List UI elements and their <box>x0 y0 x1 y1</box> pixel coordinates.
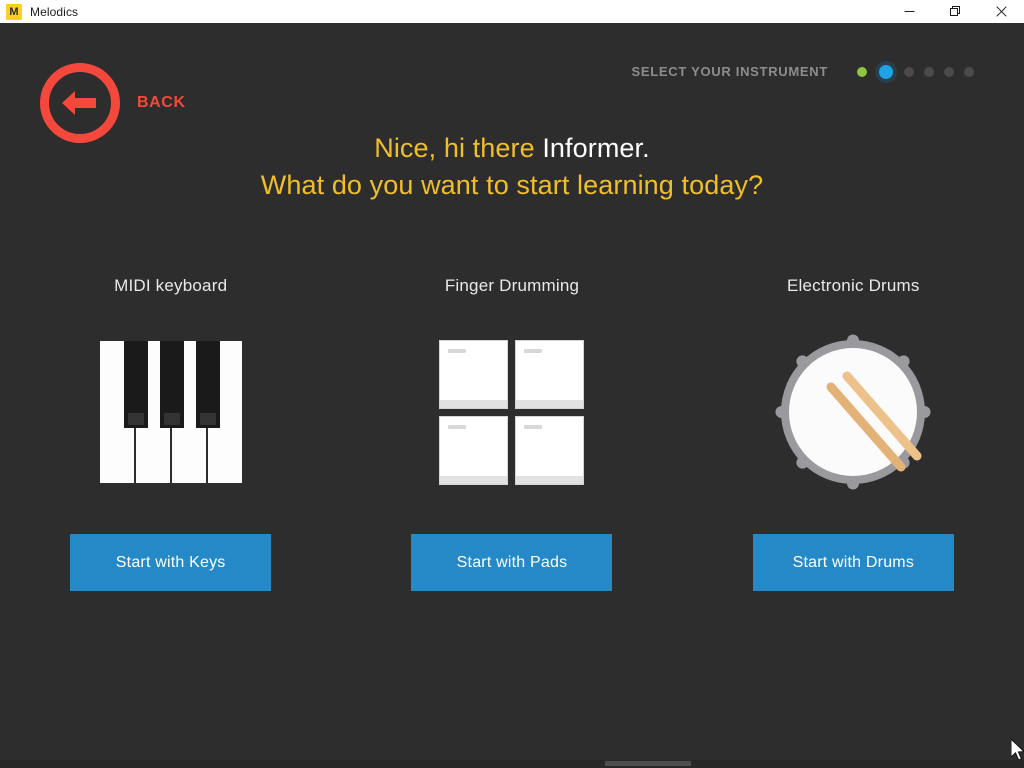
melodics-app-icon: M <box>6 3 22 20</box>
window-title-bar: M Melodics <box>0 0 1024 23</box>
drum-pad-footer <box>440 399 508 408</box>
drum-pad <box>515 339 585 409</box>
piano-black-key <box>159 341 184 428</box>
progress-dot-4 <box>924 66 934 77</box>
progress-dot-1 <box>857 66 867 77</box>
piano-black-key <box>195 341 220 428</box>
arrow-left-icon <box>62 91 96 115</box>
drum-pad <box>439 339 509 409</box>
option-finger-drumming: Finger Drumming Start with Pads <box>341 276 682 591</box>
close-icon <box>995 6 1007 17</box>
greeting-line-2: What do you want to start learning today… <box>260 170 764 200</box>
greeting-line-1: Nice, hi there Informer. <box>0 130 1024 167</box>
option-title-drums: Electronic Drums <box>787 276 920 295</box>
drum-pad-footer <box>440 475 508 484</box>
drum-pad-indicator <box>448 424 467 429</box>
drum-pads-illustration <box>439 322 585 502</box>
horizontal-scrollbar[interactable] <box>0 760 1024 768</box>
close-button[interactable] <box>978 0 1024 23</box>
drum-kit-illustration <box>773 322 933 502</box>
mouse-cursor <box>1011 739 1024 761</box>
progress-dot-3 <box>904 66 914 77</box>
greeting-block: Nice, hi there Informer. What do you wan… <box>0 130 1024 204</box>
drum-pad-indicator <box>448 348 467 353</box>
piano-illustration <box>99 322 242 502</box>
minimize-icon <box>904 11 914 12</box>
horizontal-scrollbar-thumb[interactable] <box>605 761 691 766</box>
piano-black-key <box>123 341 148 428</box>
drum-pad-indicator <box>524 424 543 429</box>
progress-dots <box>852 64 979 79</box>
progress-dot-6 <box>964 66 974 77</box>
start-with-pads-button[interactable]: Start with Pads <box>411 534 613 591</box>
piano-keys <box>99 341 242 483</box>
progress-dot-2 <box>879 64 893 79</box>
option-title-keys: MIDI keyboard <box>114 276 228 295</box>
drum-pad <box>439 415 509 485</box>
restore-icon <box>949 6 960 16</box>
drum-pad-grid <box>439 339 585 485</box>
greeting-prefix: Nice, hi there <box>374 133 543 163</box>
start-with-keys-button[interactable]: Start with Keys <box>70 534 272 591</box>
instrument-options: MIDI keyboard Start with Keys Finger Dru… <box>0 276 1024 591</box>
option-midi-keyboard: MIDI keyboard Start with Keys <box>0 276 341 591</box>
start-with-drums-button[interactable]: Start with Drums <box>752 534 954 591</box>
drum-pad-footer <box>516 475 584 484</box>
drum-pad <box>515 415 585 485</box>
option-electronic-drums: Electronic Drums Start with Drums <box>683 276 1024 591</box>
back-button-label: BACK <box>137 94 186 111</box>
minimize-button[interactable] <box>886 0 932 23</box>
window-controls <box>886 0 1024 23</box>
greeting-user-name: Informer. <box>542 133 650 163</box>
progress-dot-5 <box>944 66 954 77</box>
progress-title: SELECT YOUR INSTRUMENT <box>631 64 828 79</box>
option-title-pads: Finger Drumming <box>444 276 580 295</box>
drum-pad-indicator <box>524 348 543 353</box>
progress-header: SELECT YOUR INSTRUMENT <box>632 64 979 79</box>
drum-pad-footer <box>516 399 584 408</box>
restore-button[interactable] <box>932 0 978 23</box>
melodics-app-window: M Melodics BACK SELECT YOUR INSTRUMENT N… <box>0 0 1024 768</box>
window-title: Melodics <box>30 4 79 19</box>
snare-drum-icon <box>775 334 931 490</box>
